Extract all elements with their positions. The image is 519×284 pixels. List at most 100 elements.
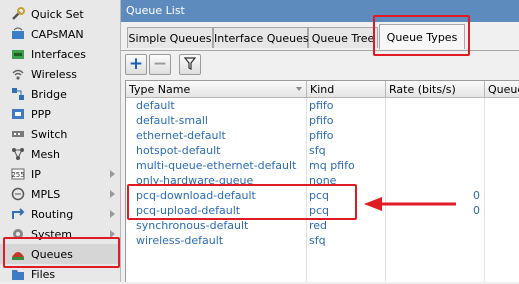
cell-rate [385, 143, 484, 158]
table-row[interactable]: pcq-upload-default pcq 0 [126, 203, 519, 218]
table-row[interactable]: default-small pfifo [126, 113, 519, 128]
sidebar-item-switch[interactable]: Switch [0, 124, 120, 144]
bridge-icon [10, 86, 26, 102]
cell-kind: red [309, 219, 328, 232]
cell-kind: sfq [309, 144, 326, 157]
sidebar-menu: Quick Set CAPsMAN Interfaces Wireless Br… [0, 0, 121, 282]
sidebar-item-ppp[interactable]: PPP [0, 104, 120, 124]
cell-type-name: pcq-upload-default [136, 204, 241, 217]
cell-rate [385, 98, 484, 113]
cell-kind: pfifo [309, 99, 334, 112]
sidebar-item-bridge[interactable]: Bridge [0, 84, 120, 104]
tab-interface-queues[interactable]: Interface Queues [213, 27, 309, 48]
ppp-icon [10, 106, 26, 122]
sidebar-item-quick-set[interactable]: Quick Set [0, 4, 120, 24]
cell-rate [385, 173, 484, 188]
column-header-rate[interactable]: Rate (bits/s) [386, 81, 485, 98]
sidebar-item-interfaces[interactable]: Interfaces [0, 44, 120, 64]
cell-kind: sfq [309, 234, 326, 247]
column-header-kind[interactable]: Kind [307, 81, 386, 98]
red-arrow-annotation [364, 197, 456, 211]
cell-type-name: ethernet-default [136, 129, 226, 142]
sidebar-item-mesh[interactable]: Mesh [0, 144, 120, 164]
queues-icon [10, 246, 26, 262]
tab-bar: Simple Queues Interface Queues Queue Tre… [121, 24, 519, 50]
add-button[interactable]: + [125, 54, 147, 75]
cell-rate [385, 113, 484, 128]
tab-simple-queues[interactable]: Simple Queues [127, 27, 213, 48]
queue-list-window: Queue List Simple Queues Interface Queue… [121, 0, 519, 282]
sidebar-item-label: Bridge [31, 87, 67, 101]
cell-rate [385, 218, 484, 233]
cell-type-name: wireless-default [136, 234, 224, 247]
sidebar-item-label: Queues [31, 247, 73, 261]
sidebar-item-label: CAPsMAN [31, 27, 84, 41]
cell-kind: pfifo [309, 129, 334, 142]
submenu-arrow-icon [110, 210, 115, 218]
cell-type-name: pcq-download-default [136, 189, 256, 202]
cell-type-name: multi-queue-ethernet-default [136, 159, 297, 172]
sidebar-item-files[interactable]: Files [0, 264, 120, 284]
column-header-queue[interactable]: Queue [485, 81, 519, 98]
switch-icon [10, 126, 26, 142]
table-row[interactable]: ethernet-default pfifo [126, 128, 519, 143]
sidebar-item-system[interactable]: System [0, 224, 120, 244]
sidebar-item-routing[interactable]: Routing [0, 204, 120, 224]
queue-types-table: Type Name Kind Rate (bits/s) Queue defau… [125, 80, 519, 282]
cell-rate [385, 128, 484, 143]
sidebar-item-label: Interfaces [31, 47, 86, 61]
submenu-arrow-icon [110, 170, 115, 178]
cell-kind: mq pfifo [309, 159, 355, 172]
sidebar-item-wireless[interactable]: Wireless [0, 64, 120, 84]
submenu-arrow-icon [110, 230, 115, 238]
table-row[interactable]: default pfifo [126, 98, 519, 113]
sidebar-item-label: PPP [31, 107, 51, 121]
filter-button[interactable] [179, 54, 201, 75]
sidebar-item-label: Quick Set [31, 7, 84, 21]
tab-queue-tree[interactable]: Queue Tree [308, 27, 378, 48]
sidebar-item-ip[interactable]: 255 IP [0, 164, 120, 184]
cell-rate [385, 233, 484, 248]
cell-kind: none [309, 174, 337, 187]
sidebar-item-label: Mesh [31, 147, 60, 161]
table-row[interactable]: hotspot-default sfq [126, 143, 519, 158]
cell-type-name: only-hardware-queue [136, 174, 254, 187]
plus-icon: + [128, 54, 144, 74]
cell-type-name: default-small [136, 114, 208, 127]
table-row[interactable]: pcq-download-default pcq 0 [126, 188, 519, 203]
minus-icon: − [152, 54, 168, 74]
wrench-icon [10, 6, 26, 22]
ip-icon: 255 [10, 166, 26, 182]
sidebar-item-label: Wireless [31, 67, 78, 81]
submenu-arrow-icon [110, 190, 115, 198]
table-row[interactable]: only-hardware-queue none [126, 173, 519, 188]
table-row[interactable]: multi-queue-ethernet-default mq pfifo [126, 158, 519, 173]
toolbar: + − [121, 53, 519, 77]
routing-icon [10, 206, 26, 222]
sidebar-item-label: System [31, 227, 73, 241]
sidebar-item-label: IP [31, 167, 41, 181]
system-icon [10, 226, 26, 242]
cell-kind: pfifo [309, 114, 334, 127]
sidebar-item-label: Switch [31, 127, 68, 141]
sidebar-item-queues[interactable]: Queues [0, 244, 120, 264]
tab-divider [121, 50, 519, 51]
cell-type-name: synchronous-default [136, 219, 249, 232]
tab-queue-types[interactable]: Queue Types [379, 24, 465, 49]
wireless-icon [10, 66, 26, 82]
cell-rate [385, 158, 484, 173]
cell-type-name: hotspot-default [136, 144, 221, 157]
files-icon [10, 266, 26, 282]
column-header-type-name[interactable]: Type Name [126, 81, 307, 98]
sidebar-item-label: Routing [31, 207, 74, 221]
sidebar-item-mpls[interactable]: MPLS [0, 184, 120, 204]
mesh-icon [10, 146, 26, 162]
remove-button[interactable]: − [149, 54, 171, 75]
window-title: Queue List [121, 0, 519, 22]
interfaces-icon [10, 46, 26, 62]
table-row[interactable]: wireless-default sfq [126, 233, 519, 248]
sidebar-item-label: Files [31, 267, 56, 281]
svg-text:255: 255 [11, 171, 24, 179]
sidebar-item-capsman[interactable]: CAPsMAN [0, 24, 120, 44]
table-row[interactable]: synchronous-default red [126, 218, 519, 233]
